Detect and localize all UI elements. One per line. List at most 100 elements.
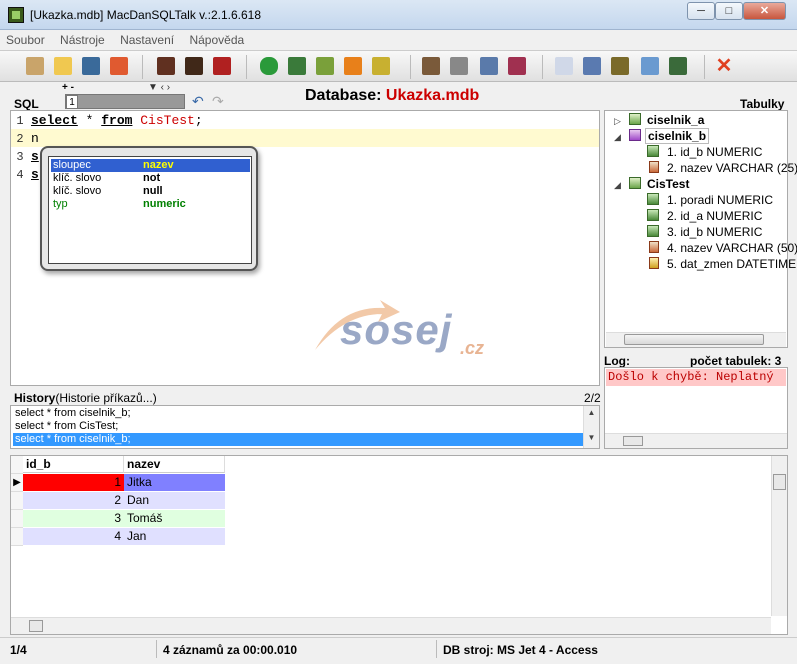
autocomplete-item[interactable]: typ numeric [51, 198, 250, 211]
grid-cell-id-b[interactable]: 1 [23, 474, 124, 491]
user-icon[interactable] [480, 57, 498, 75]
tree-table-cistest[interactable]: CisTest [647, 177, 689, 191]
autocomplete-item[interactable]: klíč. slovo not [51, 172, 250, 185]
log-panel: Došlo k chybě: Neplatný [604, 367, 788, 449]
tree-column[interactable]: 3. id_b NUMERIC [667, 225, 762, 239]
pin-icon[interactable] [669, 57, 687, 75]
connect-icon[interactable] [372, 57, 390, 75]
undo-icon[interactable]: ↶ [192, 93, 204, 110]
autocomplete-popup: sloupec nazev klíč. slovo not klíč. slovo n… [40, 146, 258, 271]
database-icon[interactable] [260, 57, 278, 75]
tree-column[interactable]: 2. id_a NUMERIC [667, 209, 762, 223]
toolbar: ✕ [0, 50, 797, 82]
expand-arrow-icon[interactable]: ▷ [614, 116, 621, 127]
grid-cell-nazev[interactable]: Tomáš [124, 510, 225, 527]
autocomplete-item[interactable]: klíč. slovo null [51, 185, 250, 198]
tree-table-ciselnik-a[interactable]: ciselnik_a [647, 113, 704, 127]
redo-icon[interactable]: ↷ [212, 93, 224, 110]
gear-icon[interactable] [450, 57, 468, 75]
film-grid-icon[interactable] [185, 57, 203, 75]
date-column-icon [649, 257, 659, 269]
menu-nastaveni[interactable]: Nastavení [114, 31, 180, 49]
window-icon[interactable] [555, 57, 573, 75]
column-icon [649, 241, 659, 253]
window-title: [Ukazka.mdb] MacDanSQLTalk v.:2.1.6.618 [30, 8, 261, 22]
grid-cell-id-b[interactable]: 3 [23, 510, 124, 527]
code-line-2[interactable]: n [31, 131, 39, 146]
history-item[interactable]: select * from CisTest; [13, 420, 583, 433]
binoculars-icon[interactable] [82, 57, 100, 75]
line-number: 2 [16, 132, 24, 146]
result-grid[interactable]: id_b nazev ▶ 1 Jitka 2 Dan 3 Tomáš 4 Jan [10, 455, 788, 635]
export-icon[interactable] [422, 57, 440, 75]
watermark-text: sosej [340, 306, 453, 353]
save-icon[interactable] [508, 57, 526, 75]
open-folder-icon[interactable] [54, 57, 72, 75]
minimize-button[interactable]: ─ [687, 2, 715, 20]
tab-navigation[interactable]: ▼ ‹ › [148, 82, 170, 93]
column-header-id-b[interactable]: id_b [23, 456, 124, 473]
history-list[interactable]: select * from ciselnik_b; select * from … [10, 405, 600, 449]
record-count: 4 záznamů za 00:00.010 [163, 643, 298, 657]
chip-icon[interactable] [611, 57, 629, 75]
maximize-button[interactable]: □ [715, 2, 743, 20]
grid-cell-id-b[interactable]: 4 [23, 528, 124, 545]
menu-soubor[interactable]: Soubor [0, 31, 51, 49]
history-item[interactable]: select * from ciselnik_b; [13, 407, 583, 420]
log-horizontal-scrollbar[interactable] [605, 433, 787, 448]
row-indicator [11, 528, 23, 546]
delete-icon[interactable] [110, 57, 128, 75]
close-button[interactable]: ✕ [743, 2, 786, 20]
grid-cell-nazev[interactable]: Jan [124, 528, 225, 545]
code-table-name: CisTest [132, 113, 195, 128]
db-engine: DB stroj: MS Jet 4 - Access [443, 643, 598, 657]
key-icon [647, 193, 659, 205]
menu-nastroje[interactable]: Nástroje [54, 31, 111, 49]
code-semicolon: ; [194, 113, 203, 128]
history-item-selected[interactable]: select * from ciselnik_b; [13, 433, 583, 446]
tree-table-ciselnik-b[interactable]: ciselnik_b [645, 128, 710, 144]
collapse-arrow-icon[interactable]: ◢ [614, 180, 621, 191]
document-icon[interactable] [641, 57, 659, 75]
tables-label: Tabulky [740, 97, 785, 111]
menu-napoveda[interactable]: Nápověda [183, 31, 250, 49]
film-icon[interactable] [157, 57, 175, 75]
column-header-nazev[interactable]: nazev [124, 456, 225, 473]
grid-cell-nazev[interactable]: Dan [124, 492, 225, 509]
tab-add-remove[interactable]: + - [62, 82, 74, 93]
keyword-from: from [101, 113, 133, 128]
menu-bar: Soubor Nástroje Nastavení Nápověda [0, 31, 797, 49]
columns-icon[interactable] [583, 57, 601, 75]
grid-cell-nazev[interactable]: Jitka [124, 474, 225, 491]
tree-column[interactable]: 5. dat_zmen DATETIME [667, 257, 796, 271]
line-number: 3 [16, 150, 24, 164]
database-table-icon[interactable] [288, 57, 306, 75]
keyword-select: select [31, 113, 78, 128]
table-icon [629, 113, 641, 125]
film-red-icon[interactable] [213, 57, 231, 75]
table-tree[interactable]: ▷ ciselnik_a ◢ ciselnik_b 1. id_b NUMERI… [604, 110, 797, 348]
collapse-arrow-icon[interactable]: ◢ [614, 132, 621, 143]
code-line-1[interactable]: select * from CisTest; [31, 113, 203, 128]
sql-label: SQL [14, 97, 39, 111]
tree-scroll-thumb[interactable] [624, 334, 764, 345]
code-line-4[interactable]: s [31, 167, 39, 182]
watermark-logo: sosej .cz [310, 300, 500, 370]
arrow-down-icon[interactable] [316, 57, 334, 75]
tree-column[interactable]: 2. nazev VARCHAR (25) [667, 161, 797, 175]
grid-vertical-scrollbar[interactable] [771, 456, 787, 616]
log-error-message: Došlo k chybě: Neplatný [606, 369, 786, 386]
history-scrollbar[interactable]: ▲ ▼ [583, 406, 599, 448]
tab-1[interactable]: 1 [66, 95, 78, 109]
tree-column[interactable]: 1. poradi NUMERIC [667, 193, 773, 207]
code-line-3[interactable]: s [31, 149, 39, 164]
autocomplete-item[interactable]: sloupec nazev [51, 159, 250, 172]
exit-icon[interactable]: ✕ [715, 56, 733, 76]
grid-cell-id-b[interactable]: 2 [23, 492, 124, 509]
autocomplete-list: sloupec nazev klíč. slovo not klíč. slovo n… [48, 156, 252, 264]
tree-column[interactable]: 4. nazev VARCHAR (50) [667, 241, 797, 255]
grid-horizontal-scrollbar[interactable] [11, 617, 771, 634]
tree-column[interactable]: 1. id_b NUMERIC [667, 145, 762, 159]
scissors-icon[interactable] [344, 57, 362, 75]
wand-icon[interactable] [26, 57, 44, 75]
